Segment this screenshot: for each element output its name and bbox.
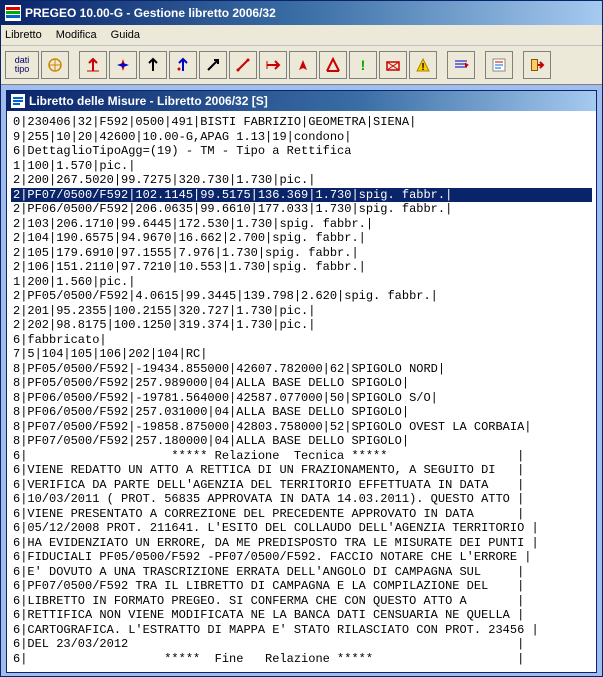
line-30[interactable]: 6|FIDUCIALI PF05/0500/F592 -PF07/0500/F5…	[11, 550, 592, 565]
line-5[interactable]: 2|PF07/0500/F592|102.1145|99.5175|136.36…	[11, 188, 592, 203]
mdi-client: Libretto delle Misure - Libretto 2006/32…	[1, 85, 602, 676]
line-7[interactable]: 2|103|206.1710|99.6445|172.530|1.730|spi…	[11, 217, 592, 232]
tool-exit-icon[interactable]	[523, 51, 551, 79]
line-17[interactable]: 8|PF05/0500/F592|-19434.855000|42607.782…	[11, 362, 592, 377]
line-34[interactable]: 6|RETTIFICA NON VIENE MODIFICATA NE LA B…	[11, 608, 592, 623]
app-window: PREGEO 10.00-G - Gestione libretto 2006/…	[0, 0, 603, 677]
line-19[interactable]: 8|PF06/0500/F592|-19781.564000|42587.077…	[11, 391, 592, 406]
line-22[interactable]: 8|PF07/0500/F592|257.180000|04|ALLA BASE…	[11, 434, 592, 449]
tool-dati-tipo[interactable]: dati tipo	[5, 51, 39, 79]
tool-blue-up-icon[interactable]	[169, 51, 197, 79]
line-11[interactable]: 1|200|1.560|pic.|	[11, 275, 592, 290]
line-21[interactable]: 8|PF07/0500/F592|-19858.875000|42803.758…	[11, 420, 592, 435]
line-2[interactable]: 6|DettaglioTipoAgg=(19) - TM - Tipo a Re…	[11, 144, 592, 159]
app-title: PREGEO 10.00-G - Gestione libretto 2006/…	[25, 6, 276, 20]
line-0[interactable]: 0|230406|32|F592|0500|491|BISTI FABRIZIO…	[11, 115, 592, 130]
tool-red-horiz-icon[interactable]	[259, 51, 287, 79]
tool-compass-a-icon[interactable]	[289, 51, 317, 79]
tool-survey-icon[interactable]	[379, 51, 407, 79]
text-editor[interactable]: 0|230406|32|F592|0500|491|BISTI FABRIZIO…	[7, 111, 596, 672]
menu-modifica[interactable]: Modifica	[56, 29, 97, 41]
line-27[interactable]: 6|VIENE PRESENTATO A CORREZIONE DEL PREC…	[11, 507, 592, 522]
line-15[interactable]: 6|fabbricato|	[11, 333, 592, 348]
document-icon	[11, 94, 25, 108]
line-4[interactable]: 2|200|267.5020|99.7275|320.730|1.730|pic…	[11, 173, 592, 188]
tool-bang-icon[interactable]: !	[349, 51, 377, 79]
tool-black-diag-icon[interactable]	[199, 51, 227, 79]
svg-text:!: !	[421, 62, 424, 73]
tool-red-star-icon[interactable]	[109, 51, 137, 79]
tipo-label: tipo	[15, 65, 30, 74]
line-10[interactable]: 2|106|151.2110|97.7210|10.553|1.730|spig…	[11, 260, 592, 275]
line-6[interactable]: 2|PF06/0500/F592|206.0635|99.6610|177.03…	[11, 202, 592, 217]
line-8[interactable]: 2|104|190.6575|94.9670|16.662|2.700|spig…	[11, 231, 592, 246]
line-16[interactable]: 7|5|104|105|106|202|104|RC|	[11, 347, 592, 362]
toolbar: dati tipo	[1, 46, 602, 85]
line-9[interactable]: 2|105|179.6910|97.1555|7.976|1.730|spig.…	[11, 246, 592, 261]
app-icon	[5, 5, 21, 21]
line-26[interactable]: 6|10/03/2011 ( PROT. 56835 APPROVATA IN …	[11, 492, 592, 507]
line-31[interactable]: 6|E' DOVUTO A UNA TRASCRIZIONE ERRATA DE…	[11, 565, 592, 580]
tool-red-up-icon[interactable]	[79, 51, 107, 79]
document-title-bar[interactable]: Libretto delle Misure - Libretto 2006/32…	[7, 91, 596, 111]
line-23[interactable]: 6| ***** Relazione Tecnica ***** |	[11, 449, 592, 464]
menu-guida[interactable]: Guida	[111, 29, 140, 41]
document-window: Libretto delle Misure - Libretto 2006/32…	[6, 90, 597, 673]
line-33[interactable]: 6|LIBRETTO IN FORMATO PREGEO. SI CONFERM…	[11, 594, 592, 609]
tool-black-up-icon[interactable]	[139, 51, 167, 79]
tool-warning-icon[interactable]: !	[409, 51, 437, 79]
tool-red-peak-icon[interactable]	[319, 51, 347, 79]
line-35[interactable]: 6|CARTOGRAFICA. L'ESTRATTO DI MAPPA E' S…	[11, 623, 592, 638]
line-14[interactable]: 2|202|98.8175|100.1250|319.374|1.730|pic…	[11, 318, 592, 333]
line-28[interactable]: 6|05/12/2008 PROT. 211641. L'ESITO DEL C…	[11, 521, 592, 536]
tool-compass-icon[interactable]	[41, 51, 69, 79]
tool-text-icon[interactable]	[485, 51, 513, 79]
line-18[interactable]: 8|PF05/0500/F592|257.989000|04|ALLA BASE…	[11, 376, 592, 391]
svg-text:!: !	[361, 57, 366, 73]
document-title: Libretto delle Misure - Libretto 2006/32…	[29, 94, 268, 108]
line-24[interactable]: 6|VIENE REDATTO UN ATTO A RETTICA DI UN …	[11, 463, 592, 478]
menu-libretto[interactable]: Libretto	[5, 29, 42, 41]
line-3[interactable]: 1|100|1.570|pic.|	[11, 159, 592, 174]
line-12[interactable]: 2|PF05/0500/F592|4.0615|99.3445|139.798|…	[11, 289, 592, 304]
line-13[interactable]: 2|201|95.2355|100.2155|320.727|1.730|pic…	[11, 304, 592, 319]
tool-lines-icon[interactable]	[447, 51, 475, 79]
tool-red-slash-icon[interactable]	[229, 51, 257, 79]
line-37[interactable]: 6| ***** Fine Relazione ***** |	[11, 652, 592, 667]
line-32[interactable]: 6|PF07/0500/F592 TRA IL LIBRETTO DI CAMP…	[11, 579, 592, 594]
line-29[interactable]: 6|HA EVIDENZIATO UN ERRORE, DA ME PREDIS…	[11, 536, 592, 551]
line-25[interactable]: 6|VERIFICA DA PARTE DELL'AGENZIA DEL TER…	[11, 478, 592, 493]
line-20[interactable]: 8|PF06/0500/F592|257.031000|04|ALLA BASE…	[11, 405, 592, 420]
line-36[interactable]: 6|DEL 23/03/2012 |	[11, 637, 592, 652]
menu-bar: Libretto Modifica Guida	[1, 25, 602, 46]
title-bar[interactable]: PREGEO 10.00-G - Gestione libretto 2006/…	[1, 1, 602, 25]
line-1[interactable]: 9|255|10|20|42600|10.00-G,APAG 1.13|19|c…	[11, 130, 592, 145]
